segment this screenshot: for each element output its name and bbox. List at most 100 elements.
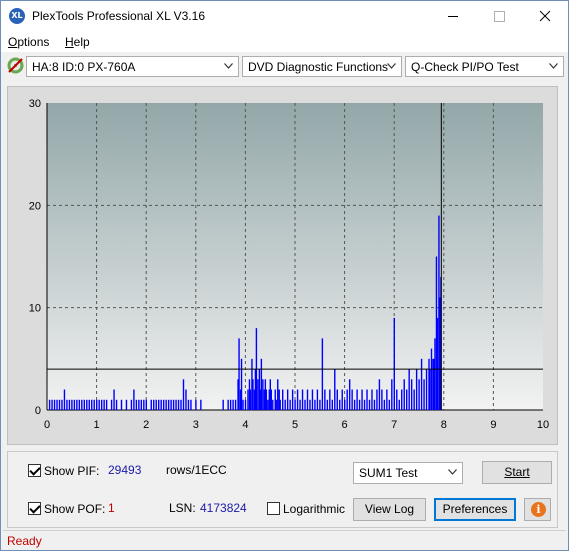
start-button-label: Start — [504, 465, 530, 479]
data-bar — [257, 379, 259, 410]
data-bar — [66, 399, 68, 410]
close-button[interactable] — [522, 1, 568, 31]
start-button[interactable]: Start — [482, 461, 552, 484]
data-bar — [222, 399, 224, 410]
menu-help-label: elp — [73, 35, 90, 49]
data-bar — [289, 399, 291, 410]
lsn-label: LSN: — [169, 501, 196, 515]
maximize-icon — [494, 11, 505, 22]
data-bar — [200, 399, 202, 410]
data-bar — [260, 358, 263, 410]
data-bar — [182, 379, 185, 410]
data-bar — [371, 389, 373, 410]
x-tick-label: 0 — [44, 419, 50, 431]
data-bar — [314, 399, 316, 410]
view-log-button[interactable]: View Log — [353, 498, 426, 521]
data-bar — [98, 399, 100, 410]
menu-options[interactable]: Options — [8, 35, 49, 49]
data-bar — [103, 399, 105, 410]
data-bar — [51, 399, 53, 410]
y-tick-label: 20 — [29, 200, 41, 212]
data-bar — [373, 399, 376, 410]
window-title: PlexTools Professional XL V3.16 — [32, 9, 205, 23]
data-bar — [143, 399, 145, 410]
x-tick-label: 2 — [143, 419, 149, 431]
data-bar — [76, 399, 78, 410]
data-bar — [165, 399, 167, 410]
preferences-button[interactable]: Preferences — [434, 498, 516, 521]
chevron-down-icon — [224, 63, 233, 69]
data-bar — [244, 399, 247, 410]
show-pof-label: Show POF: — [44, 502, 106, 516]
data-bar — [339, 399, 341, 410]
data-bar — [383, 399, 386, 410]
menu-options-label: ptions — [17, 35, 50, 49]
chart-svg: 0 1 2 3 4 5 6 7 8 9 10 0 10 20 30 — [29, 98, 549, 431]
data-bar — [167, 399, 170, 410]
x-tick-label: 9 — [490, 419, 496, 431]
data-bar — [282, 389, 284, 410]
y-tick-label: 0 — [35, 405, 41, 417]
data-bar — [334, 369, 336, 410]
data-bar — [378, 379, 381, 410]
data-bar — [105, 399, 108, 410]
title-bar[interactable]: XL PlexTools Professional XL V3.16 — [1, 1, 568, 31]
drive-status-icon — [7, 57, 24, 74]
data-bar — [381, 389, 383, 410]
x-tick-label: 5 — [292, 419, 298, 431]
data-bar — [331, 399, 333, 410]
data-bar — [403, 379, 405, 410]
data-bar — [100, 399, 103, 410]
data-bar — [175, 399, 177, 410]
data-bar — [286, 389, 289, 410]
data-bar — [93, 399, 95, 410]
function-select-value: DVD Diagnostic Functions — [248, 60, 389, 74]
data-bar — [238, 338, 240, 410]
sum-test-select[interactable]: SUM1 Test — [353, 462, 463, 484]
data-bar — [86, 399, 88, 410]
menu-help[interactable]: Help — [65, 35, 90, 49]
data-bar — [301, 389, 304, 410]
data-bar — [434, 338, 436, 410]
view-log-label: View Log — [364, 502, 415, 516]
show-pif-checkbox[interactable] — [28, 464, 41, 477]
sum-test-value: SUM1 Test — [359, 466, 418, 480]
data-bar — [418, 379, 420, 410]
info-button[interactable]: i — [524, 498, 551, 521]
drive-select[interactable]: HA:8 ID:0 PX-760A — [26, 56, 239, 77]
menu-bar: Options Help — [1, 31, 568, 52]
x-tick-label: 4 — [242, 419, 248, 431]
data-bar — [386, 389, 388, 410]
data-bar — [190, 399, 192, 410]
app-logo-icon: XL — [9, 8, 25, 24]
data-bar — [299, 399, 301, 410]
data-bar — [358, 399, 361, 410]
data-bar — [172, 399, 175, 410]
data-bar — [133, 389, 135, 410]
data-bar — [130, 399, 133, 410]
data-bar — [436, 317, 439, 410]
show-pof-checkbox[interactable] — [28, 502, 41, 515]
data-bar — [398, 399, 400, 410]
data-bar — [329, 389, 331, 410]
x-axis-ticks: 0 1 2 3 4 5 6 7 8 9 10 — [44, 419, 549, 431]
menu-options-accel: O — [8, 35, 18, 49]
data-bar — [195, 399, 197, 410]
data-bar — [115, 399, 118, 410]
data-bar — [429, 369, 431, 410]
test-select[interactable]: Q-Check PI/PO Test — [405, 56, 564, 77]
data-bar — [187, 399, 190, 410]
data-bar — [291, 389, 294, 410]
data-bar — [113, 389, 115, 410]
maximize-button[interactable] — [476, 1, 522, 31]
data-bar — [61, 399, 63, 410]
data-bar — [326, 399, 329, 410]
data-bar — [425, 369, 428, 410]
data-bar — [306, 389, 309, 410]
data-bar — [158, 399, 160, 410]
drive-select-value: HA:8 ID:0 PX-760A — [32, 60, 136, 74]
minimize-button[interactable] — [430, 1, 476, 31]
function-select[interactable]: DVD Diagnostic Functions — [242, 56, 402, 77]
data-bar — [420, 358, 423, 410]
logarithmic-checkbox[interactable] — [267, 502, 280, 515]
